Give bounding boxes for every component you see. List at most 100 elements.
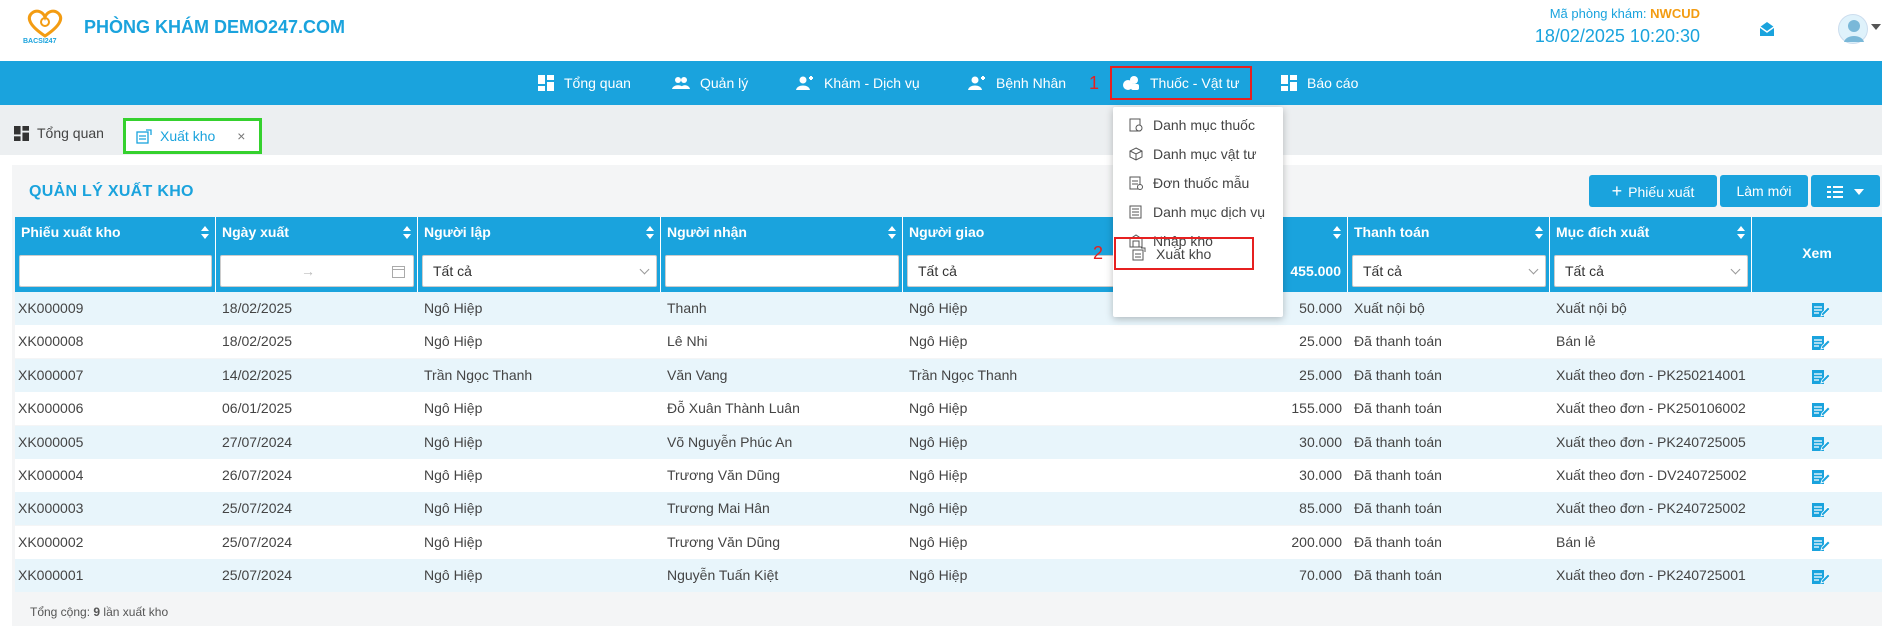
cell-creator: Ngô Hiệp [424, 400, 483, 417]
filter-giver-select[interactable]: Tất cả [907, 255, 1139, 287]
view-edit-icon[interactable] [1810, 466, 1831, 486]
view-edit-icon[interactable] [1810, 533, 1831, 553]
table-row[interactable]: XK000005 27/07/2024 Ngô Hiệp Võ Nguyễn Phúc… [15, 425, 1882, 459]
filter-payment-select[interactable]: Tất cả [1352, 255, 1546, 287]
nav-item-kham-dich-vu[interactable]: Khám - Dịch vụ [796, 61, 920, 105]
sort-icon[interactable] [1535, 226, 1543, 240]
clinic-code-value: NWCUD [1650, 6, 1700, 21]
table-row[interactable]: XK000008 18/02/2025 Ngô Hiệp Lê Nhi Ngô Hiệp… [15, 325, 1882, 359]
footer-count: 9 [93, 605, 101, 619]
table-row[interactable]: XK000002 25/07/2024 Ngô Hiệp Trương Văn Dũn… [15, 525, 1882, 559]
view-edit-icon[interactable] [1810, 332, 1831, 352]
main-navbar: Tổng quan Quản lý Khám - Dịch vụ Bệnh Nh… [0, 61, 1882, 105]
tab-label: Tổng quan [37, 125, 104, 141]
table-row[interactable]: XK000007 14/02/2025 Trần Ngọc Thanh Văn Van… [15, 358, 1882, 392]
nav-item-thuoc-vat-tu[interactable]: Thuốc - Vật tư [1110, 66, 1252, 100]
sort-icon[interactable] [888, 226, 896, 240]
filter-receiver-input[interactable] [665, 255, 899, 287]
cell-code: XK000003 [18, 500, 84, 517]
col-thanh-toan[interactable]: Thanh toán Tất cả [1348, 217, 1550, 292]
menu-label: Xuất kho [1156, 245, 1212, 262]
sort-icon[interactable] [1737, 226, 1745, 240]
cell-date: 27/07/2024 [222, 433, 293, 450]
cell-receiver: Võ Nguyễn Phúc An [667, 433, 793, 450]
view-edit-icon[interactable] [1810, 499, 1831, 519]
sort-icon[interactable] [403, 226, 411, 240]
cell-giver: Ngô Hiệp [909, 567, 968, 584]
nav-label: Tổng quan [564, 75, 631, 91]
col-nguoi-nhan[interactable]: Người nhận [661, 217, 903, 292]
menu-item-danh-muc-dich-vu[interactable]: Danh mục dịch vụ [1113, 197, 1283, 227]
tab-close-icon[interactable]: × [237, 128, 245, 144]
refresh-button[interactable]: Làm mới [1720, 175, 1808, 207]
warehouse-export-icon [1132, 247, 1146, 260]
dashboard-icon [14, 125, 29, 141]
view-edit-icon[interactable] [1810, 366, 1831, 386]
clinic-logo[interactable]: BACSI247 [20, 6, 70, 50]
col-label: Người nhận [667, 224, 747, 240]
table-row[interactable]: XK000004 26/07/2024 Ngô Hiệp Trương Văn Dũn… [15, 459, 1882, 492]
menu-label: Danh mục thuốc [1153, 117, 1255, 133]
filter-creator-select[interactable]: Tất cả [422, 255, 657, 287]
dashboard-icon [538, 75, 554, 91]
sort-icon[interactable] [1333, 226, 1341, 240]
cell-giver: Ngô Hiệp [909, 500, 968, 517]
col-ngay-xuat[interactable]: Ngày xuất → [216, 217, 418, 292]
cell-payment: Xuất nội bộ [1354, 300, 1425, 316]
nav-item-bao-cao[interactable]: Báo cáo [1281, 61, 1358, 105]
nav-item-tong-quan[interactable]: Tổng quan [538, 61, 631, 105]
col-muc-dich-xuat[interactable]: Mục đích xuất Tất cả [1550, 217, 1752, 292]
cell-amount: 30.000 [1299, 433, 1342, 450]
user-menu-caret-icon[interactable] [1871, 24, 1881, 30]
cell-purpose: Xuất theo đơn - PK250214001 [1556, 366, 1746, 383]
filter-date-range[interactable]: → [220, 255, 414, 287]
table-row[interactable]: XK000003 25/07/2024 Ngô Hiệp Trương Mai Hân… [15, 492, 1882, 526]
sort-icon[interactable] [646, 226, 654, 240]
view-edit-icon[interactable] [1810, 399, 1831, 419]
table-row[interactable]: XK000006 06/01/2025 Ngô Hiệp Đỗ Xuân Thành … [15, 392, 1882, 426]
mail-icon[interactable] [1758, 20, 1776, 38]
cell-giver: Ngô Hiệp [909, 333, 968, 350]
cell-payment: Đã thanh toán [1354, 400, 1442, 417]
cell-giver: Ngô Hiệp [909, 433, 968, 450]
menu-item-xuat-kho[interactable]: Xuất kho [1114, 237, 1254, 270]
cell-creator: Ngô Hiệp [424, 533, 483, 550]
menu-label: Danh mục dịch vụ [1153, 204, 1266, 220]
cell-amount: 155.000 [1291, 400, 1342, 417]
col-phieu-xuat-kho[interactable]: Phiếu xuất kho [15, 217, 216, 292]
col-nguoi-giao[interactable]: Người giao Tất cả [903, 217, 1143, 292]
menu-item-don-thuoc-mau[interactable]: Đơn thuốc mẫu [1113, 168, 1283, 198]
view-edit-icon[interactable] [1810, 566, 1831, 586]
cell-payment: Đã thanh toán [1354, 333, 1442, 350]
service-list-icon [1129, 205, 1142, 219]
warehouse-export-icon [136, 129, 152, 144]
view-edit-icon[interactable] [1810, 433, 1831, 453]
cell-giver: Trần Ngọc Thanh [909, 366, 1018, 383]
column-options-button[interactable] [1811, 175, 1880, 207]
tab-tong-quan[interactable]: Tổng quan [4, 118, 114, 148]
cell-date: 14/02/2025 [222, 366, 293, 383]
nav-item-benh-nhan[interactable]: Bệnh Nhân [968, 61, 1066, 105]
annotation-step-1: 1 [1089, 73, 1100, 93]
create-export-button[interactable]: + Phiếu xuất [1589, 175, 1717, 207]
prescription-icon [1129, 176, 1143, 190]
sort-icon[interactable] [201, 226, 209, 240]
menu-label: Đơn thuốc mẫu [1153, 175, 1250, 191]
table-row[interactable]: XK000009 18/02/2025 Ngô Hiệp Thanh Ngô Hiệp 5… [15, 292, 1882, 325]
clinic-name: PHÒNG KHÁM DEMO247.COM [84, 17, 346, 37]
nav-item-quan-ly[interactable]: Quản lý [672, 61, 748, 105]
cell-date: 25/07/2024 [222, 500, 293, 517]
col-nguoi-lap[interactable]: Người lập Tất cả [418, 217, 661, 292]
filter-code-input[interactable] [19, 255, 212, 287]
cell-giver: Ngô Hiệp [909, 300, 968, 316]
user-avatar[interactable] [1838, 14, 1868, 44]
cell-purpose: Bán lẻ [1556, 533, 1596, 550]
cell-code: XK000005 [18, 433, 84, 450]
menu-item-danh-muc-vat-tu[interactable]: Danh mục vật tư [1113, 139, 1283, 169]
view-edit-icon[interactable] [1810, 299, 1831, 319]
tab-xuat-kho[interactable]: Xuất kho × [123, 118, 262, 154]
filter-purpose-select[interactable]: Tất cả [1554, 255, 1748, 287]
table-row[interactable]: XK000001 25/07/2024 Ngô Hiệp Nguyễn Tuấn Ki… [15, 559, 1882, 593]
menu-item-danh-muc-thuoc[interactable]: Danh mục thuốc [1113, 110, 1283, 140]
cell-giver: Ngô Hiệp [909, 467, 968, 483]
